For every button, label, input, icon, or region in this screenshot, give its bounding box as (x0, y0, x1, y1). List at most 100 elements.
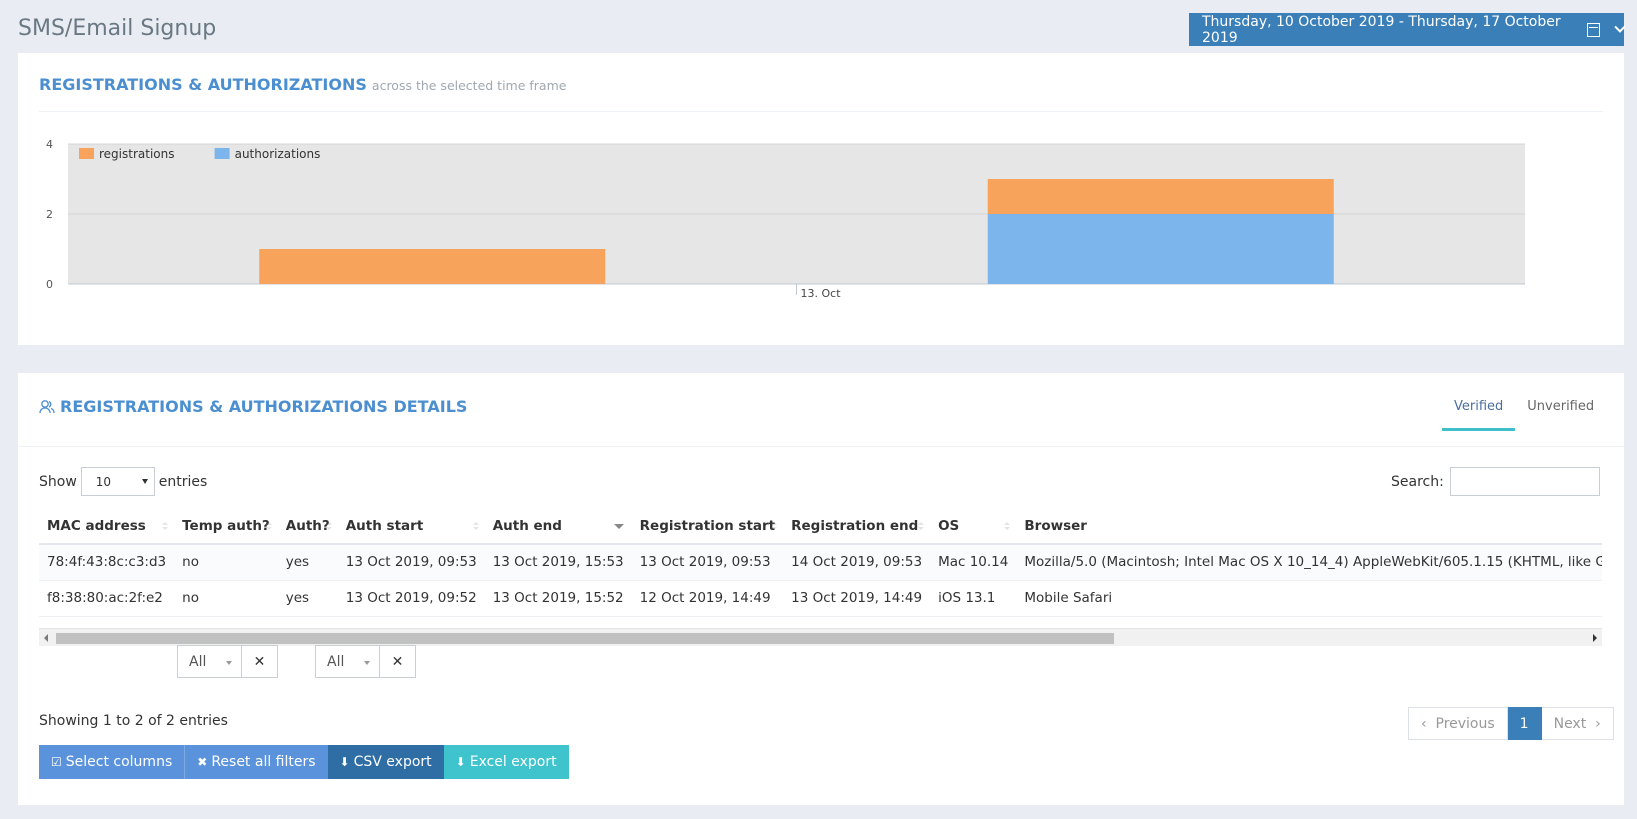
bar-registrations (987, 179, 1334, 214)
details-panel: REGISTRATIONS & AUTHORIZATIONS DETAILS V… (18, 373, 1624, 805)
cell-auth-start: 13 Oct 2019, 09:53 (337, 544, 485, 581)
col-temp-auth[interactable]: Temp auth? (174, 508, 278, 545)
cell-os: Mac 10.14 (930, 544, 1017, 581)
download-icon: ⬇ (339, 755, 350, 769)
cell-os: iOS 13.1 (930, 580, 1017, 617)
temp-auth-filter: All ✕ (177, 645, 278, 678)
cell-mac: 78:4f:43:8c:c3:d3 (39, 544, 175, 581)
date-range-label: Thursday, 10 October 2019 - Thursday, 17… (1202, 13, 1561, 46)
legend-label: registrations (99, 147, 175, 161)
calendar-icon (1587, 22, 1601, 37)
chart-panel-subtitle: across the selected time frame (371, 78, 567, 93)
auth-filter-select[interactable]: All (315, 645, 380, 678)
y-tick-label: 2 (46, 208, 53, 221)
scroll-left-icon[interactable] (44, 634, 48, 642)
legend-swatch (214, 148, 230, 159)
temp-auth-filter-clear[interactable]: ✕ (242, 645, 278, 678)
sort-icon (325, 522, 332, 530)
csv-export-button[interactable]: ⬇ CSV export (327, 745, 444, 779)
y-tick-label: 0 (46, 278, 53, 291)
cell-auth: yes (277, 544, 338, 581)
col-os[interactable]: OS (930, 508, 1017, 545)
y-tick-label: 4 (46, 138, 53, 151)
table-row: 78:4f:43:8c:c3:d3 no yes 13 Oct 2019, 09… (39, 544, 1602, 581)
caret-down-icon (226, 661, 232, 665)
previous-page-button[interactable]: ‹ Previous (1408, 707, 1508, 740)
col-auth[interactable]: Auth? (277, 508, 338, 545)
search-input[interactable] (1449, 467, 1600, 496)
action-buttons: ☑ Select columns ✖ Reset all filters ⬇ CSV … (39, 745, 569, 779)
next-page-button[interactable]: Next › (1541, 707, 1614, 740)
sort-icon (918, 522, 925, 530)
auth-filter: All ✕ (315, 645, 416, 678)
registrations-chart: 0 2 4 13. Oct registrations authorizations (46, 138, 1525, 300)
entries-select[interactable]: 10 (80, 467, 155, 496)
sort-icon (1004, 522, 1011, 530)
cell-registration-start: 12 Oct 2019, 14:49 (631, 580, 784, 617)
tabs: Verified Unverified (1442, 399, 1606, 431)
entries-label: entries (158, 473, 208, 490)
col-registration-end[interactable]: Registration end (783, 508, 931, 545)
legend-label: authorizations (235, 147, 321, 161)
tab-unverified[interactable]: Unverified (1515, 399, 1606, 431)
col-browser[interactable]: Browser (1016, 508, 1602, 545)
cell-temp-auth: no (174, 544, 278, 581)
details-table: MAC address Temp auth? Auth? Auth start … (39, 508, 1602, 617)
bar-registrations (259, 249, 606, 284)
x-tick-label: 13. Oct (801, 287, 842, 300)
scroll-right-icon[interactable] (1593, 634, 1597, 642)
legend-swatch (79, 148, 94, 159)
reset-filters-button[interactable]: ✖ Reset all filters (184, 745, 328, 779)
cell-auth-end: 13 Oct 2019, 15:52 (484, 580, 632, 617)
table-row: f8:38:80:ac:2f:e2 no yes 13 Oct 2019, 09… (39, 580, 1602, 617)
pagination: ‹ Previous 1 Next › (1408, 707, 1614, 740)
col-mac-address[interactable]: MAC address (39, 508, 175, 545)
checkbox-icon: ☑ (51, 755, 62, 769)
horizontal-scrollbar[interactable] (39, 628, 1602, 646)
cell-mac: f8:38:80:ac:2f:e2 (39, 580, 175, 617)
col-auth-start[interactable]: Auth start (337, 508, 485, 545)
details-title: REGISTRATIONS & AUTHORIZATIONS DETAILS (60, 397, 468, 416)
cell-auth-start: 13 Oct 2019, 09:52 (337, 580, 485, 617)
sort-icon (472, 522, 479, 530)
table-info: Showing 1 to 2 of 2 entries (39, 713, 228, 729)
page-1-button[interactable]: 1 (1507, 707, 1542, 740)
col-registration-start[interactable]: Registration start (631, 508, 784, 545)
sort-desc-icon (613, 524, 624, 529)
sort-icon (771, 522, 778, 530)
chevron-down-icon (1614, 21, 1626, 33)
select-columns-button[interactable]: ☑ Select columns (39, 745, 185, 779)
table-container: MAC address Temp auth? Auth? Auth start … (39, 508, 1602, 628)
temp-auth-filter-select[interactable]: All (177, 645, 242, 678)
chart-panel: REGISTRATIONS & AUTHORIZATIONS across th… (18, 53, 1624, 345)
auth-filter-clear[interactable]: ✕ (380, 645, 416, 678)
entries-value: 10 (95, 474, 112, 489)
download-icon: ⬇ (455, 755, 466, 769)
chart-panel-title: REGISTRATIONS & AUTHORIZATIONS (39, 75, 367, 94)
show-label: Show (39, 473, 77, 490)
cell-registration-end: 14 Oct 2019, 09:53 (783, 544, 931, 581)
caret-down-icon (364, 661, 370, 665)
cell-temp-auth: no (174, 580, 278, 617)
table-header-row: MAC address Temp auth? Auth? Auth start … (39, 508, 1602, 545)
cell-auth: yes (277, 580, 338, 617)
cell-registration-start: 13 Oct 2019, 09:53 (631, 544, 784, 581)
entries-length: Show 10 entries (39, 467, 207, 496)
col-auth-end[interactable]: Auth end (484, 508, 632, 545)
bar-authorizations (987, 214, 1334, 284)
excel-export-button[interactable]: ⬇ Excel export (443, 745, 569, 779)
search-label: Search: (1391, 473, 1444, 490)
close-icon: ✖ (197, 755, 208, 769)
search-box: Search: (1391, 467, 1600, 496)
scrollbar-thumb[interactable] (56, 633, 1114, 644)
page-title: SMS/Email Signup (18, 16, 217, 41)
cell-browser: Mobile Safari (1016, 580, 1602, 617)
cell-registration-end: 13 Oct 2019, 14:49 (783, 580, 931, 617)
tab-verified[interactable]: Verified (1442, 399, 1516, 431)
cell-auth-end: 13 Oct 2019, 15:53 (484, 544, 632, 581)
cell-browser: Mozilla/5.0 (Macintosh; Intel Mac OS X 1… (1016, 544, 1602, 581)
caret-down-icon (141, 479, 148, 484)
date-range-picker[interactable]: Thursday, 10 October 2019 - Thursday, 17… (1189, 13, 1626, 46)
sort-icon (162, 522, 169, 530)
divider (39, 111, 1603, 112)
